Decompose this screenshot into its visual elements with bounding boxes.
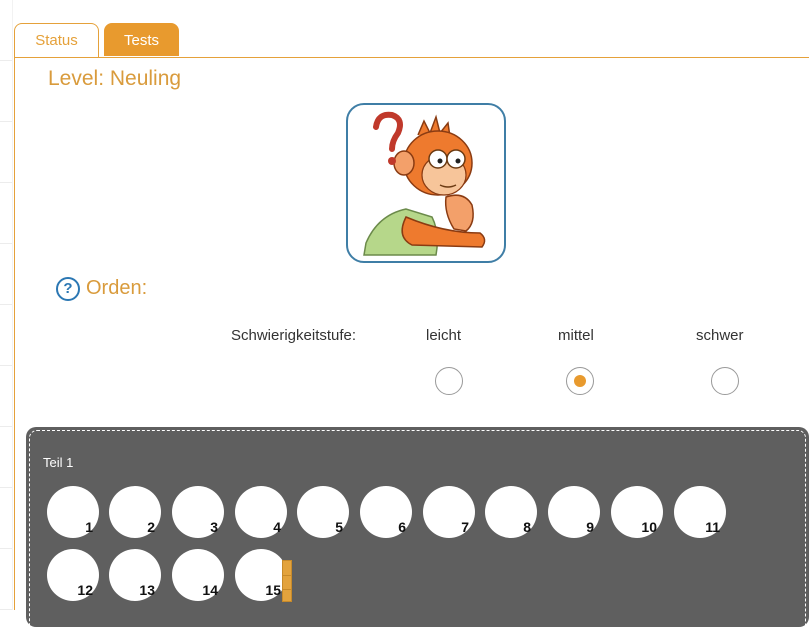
level-title: Level: Neuling (48, 67, 182, 90)
help-icon[interactable]: ? (56, 277, 80, 301)
option-label-schwer: schwer (696, 327, 744, 344)
question-number: 6 (398, 519, 406, 535)
thinking-monkey-icon (363, 111, 486, 256)
option-label-mittel: mittel (558, 327, 594, 344)
question-circle-7[interactable]: 7 (423, 486, 475, 538)
question-circle-2[interactable]: 2 (109, 486, 161, 538)
question-number: 13 (139, 582, 155, 598)
question-circle-3[interactable]: 3 (172, 486, 224, 538)
radio-mittel[interactable] (566, 367, 594, 395)
section-title: Orden: (86, 277, 148, 299)
part-label: Teil 1 (43, 455, 74, 470)
question-circle-6[interactable]: 6 (360, 486, 412, 538)
radio-schwer[interactable] (711, 367, 739, 395)
tab-status[interactable]: Status (14, 23, 99, 57)
question-circle-14[interactable]: 14 (172, 549, 224, 601)
question-number: 4 (273, 519, 281, 535)
question-circle-15[interactable]: 15 (235, 549, 287, 601)
question-number: 2 (147, 519, 155, 535)
question-number: 11 (705, 519, 720, 535)
left-rail (0, 0, 13, 610)
monkey-illustration (346, 103, 506, 263)
difficulty-label: Schwierigkeitstufe: (231, 327, 357, 344)
question-circle-10[interactable]: 10 (611, 486, 663, 538)
panel-left-border (14, 57, 15, 610)
question-circle-13[interactable]: 13 (109, 549, 161, 601)
question-circle-12[interactable]: 12 (47, 549, 99, 601)
radio-selected-dot (574, 375, 586, 387)
question-number: 3 (210, 519, 218, 535)
question-number: 1 (85, 519, 93, 535)
question-circle-4[interactable]: 4 (235, 486, 287, 538)
question-circle-8[interactable]: 8 (485, 486, 537, 538)
radio-leicht[interactable] (435, 367, 463, 395)
tab-tests[interactable]: Tests (104, 23, 179, 56)
question-number: 12 (77, 582, 93, 598)
question-circle-11[interactable]: 11 (674, 486, 726, 538)
question-number: 14 (202, 582, 218, 598)
question-number: 9 (586, 519, 594, 535)
question-number: 7 (461, 519, 469, 535)
panel-top-border (14, 57, 809, 58)
question-number: 10 (641, 519, 657, 535)
question-circle-9[interactable]: 9 (548, 486, 600, 538)
question-circle-5[interactable]: 5 (297, 486, 349, 538)
question-number: 8 (523, 519, 531, 535)
progress-marker (282, 560, 292, 602)
question-number: 5 (335, 519, 343, 535)
option-label-leicht: leicht (426, 327, 462, 344)
question-circle-1[interactable]: 1 (47, 486, 99, 538)
question-number: 15 (265, 582, 281, 598)
